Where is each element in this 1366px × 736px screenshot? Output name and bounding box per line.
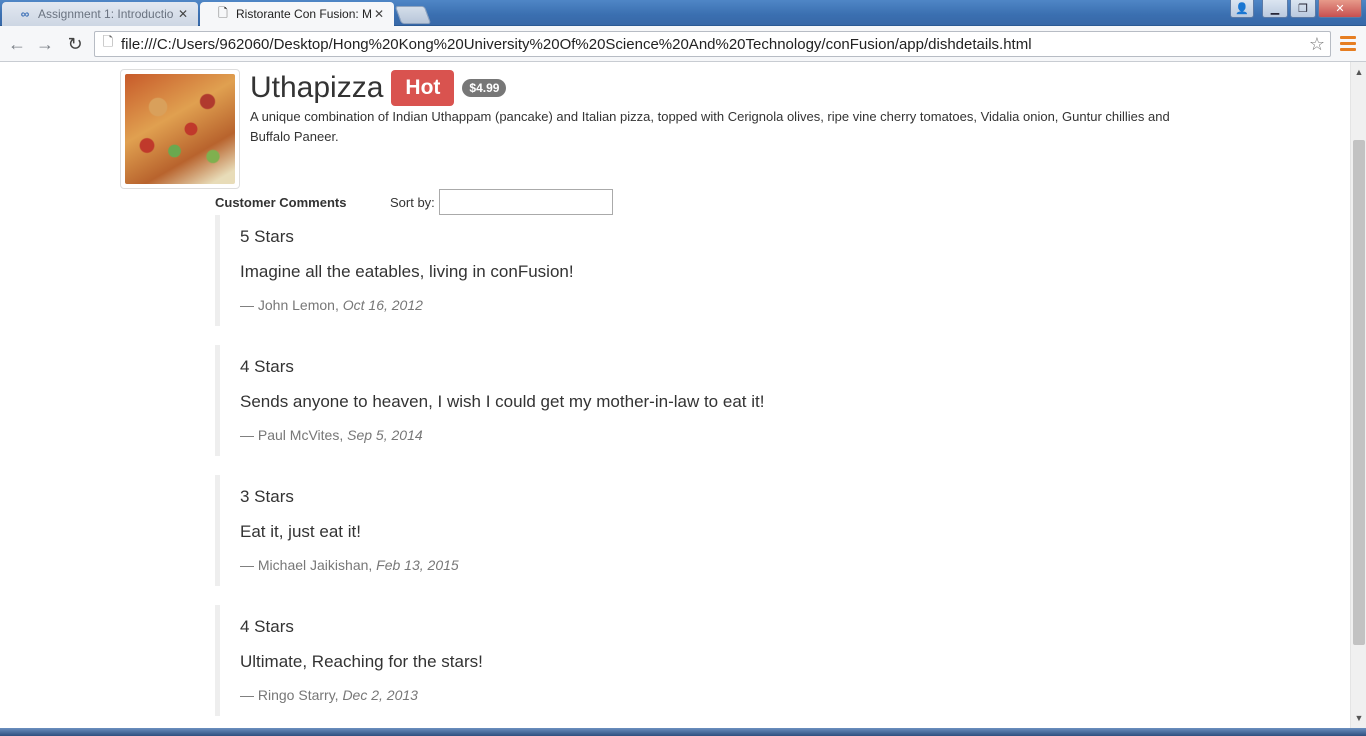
- comment-meta: — Michael Jaikishan, Feb 13, 2015: [240, 557, 459, 573]
- comment-meta: — Ringo Starry, Dec 2, 2013: [240, 687, 418, 703]
- comment-date: Sep 5, 2014: [347, 427, 423, 443]
- tab-title: Assignment 1: Introductio: [38, 7, 174, 21]
- comment-text: Sends anyone to heaven, I wish I could g…: [240, 392, 765, 411]
- dish-header: Uthapizza Hot $4.99: [250, 70, 507, 106]
- reload-icon[interactable]: ↻: [64, 33, 86, 55]
- minimize-button[interactable]: ▁: [1262, 0, 1288, 18]
- comment-date: Dec 2, 2013: [342, 687, 418, 703]
- comment-text: Ultimate, Reaching for the stars!: [240, 652, 483, 671]
- close-window-button[interactable]: ✕: [1318, 0, 1362, 18]
- window-controls: 👤 ▁ ❐ ✕: [1230, 0, 1362, 18]
- comment-date: Feb 13, 2015: [376, 557, 459, 573]
- comment-author: — Paul McVites,: [240, 427, 344, 443]
- close-icon[interactable]: ✕: [176, 7, 190, 21]
- scroll-down-icon[interactable]: ▼: [1351, 710, 1366, 726]
- price-badge: $4.99: [462, 79, 507, 97]
- new-tab-button[interactable]: [394, 6, 432, 24]
- page-viewport: Uthapizza Hot $4.99 A unique combination…: [0, 62, 1350, 728]
- vertical-scrollbar[interactable]: ▲ ▼: [1350, 62, 1366, 728]
- comments-header: Customer Comments Sort by:: [215, 189, 613, 215]
- coursera-icon: ∞: [20, 7, 30, 21]
- tab-assignment[interactable]: ∞ Assignment 1: Introductio ✕: [2, 2, 198, 26]
- os-taskbar: [0, 728, 1366, 736]
- browser-toolbar: ← → ↻ 🗋 file:///C:/Users/962060/Desktop/…: [0, 26, 1366, 62]
- user-icon[interactable]: 👤: [1230, 0, 1254, 18]
- comment-meta: — Paul McVites, Sep 5, 2014: [240, 427, 423, 443]
- page-icon: 🗋: [218, 5, 228, 20]
- scroll-up-icon[interactable]: ▲: [1351, 64, 1366, 80]
- comment-rating: 5 Stars: [240, 227, 294, 246]
- comment-author: — John Lemon,: [240, 297, 339, 313]
- comment-item: 3 Stars Eat it, just eat it! — Michael J…: [215, 475, 1015, 586]
- browser-titlebar: ∞ Assignment 1: Introductio ✕ 🗋 Ristoran…: [0, 0, 1366, 26]
- dish-description: A unique combination of Indian Uthappam …: [250, 109, 1170, 144]
- hot-label: Hot: [391, 70, 455, 106]
- page-icon: 🗋: [102, 34, 114, 49]
- close-icon[interactable]: ✕: [372, 7, 386, 21]
- comments-title: Customer Comments: [215, 194, 347, 210]
- sort-input[interactable]: [438, 189, 613, 215]
- comment-meta: — John Lemon, Oct 16, 2012: [240, 297, 423, 313]
- forward-icon[interactable]: →: [34, 33, 56, 55]
- scroll-thumb[interactable]: [1353, 140, 1365, 645]
- pizza-image: [125, 74, 235, 184]
- comment-item: 4 Stars Ultimate, Reaching for the stars…: [215, 605, 1015, 716]
- comment-text: Imagine all the eatables, living in conF…: [240, 262, 574, 281]
- dish-thumbnail: [120, 69, 240, 189]
- back-icon[interactable]: ←: [6, 33, 28, 55]
- comment-text: Eat it, just eat it!: [240, 522, 361, 541]
- menu-icon[interactable]: [1340, 36, 1356, 52]
- comment-rating: 4 Stars: [240, 617, 294, 636]
- comment-item: 5 Stars Imagine all the eatables, living…: [215, 215, 1015, 326]
- comment-author: — Michael Jaikishan,: [240, 557, 373, 573]
- comment-item: 4 Stars Sends anyone to heaven, I wish I…: [215, 345, 1015, 456]
- comment-rating: 4 Stars: [240, 357, 294, 376]
- comment-author: — Ringo Starry,: [240, 687, 339, 703]
- url-text[interactable]: file:///C:/Users/962060/Desktop/Hong%20K…: [119, 36, 1304, 53]
- dish-name: Uthapizza: [250, 71, 384, 104]
- comment-date: Oct 16, 2012: [342, 297, 423, 313]
- maximize-button[interactable]: ❐: [1290, 0, 1316, 18]
- bookmark-star-icon[interactable]: ☆: [1304, 34, 1330, 55]
- tab-ristorante[interactable]: 🗋 Ristorante Con Fusion: Me ✕: [200, 2, 394, 26]
- comment-rating: 3 Stars: [240, 487, 294, 506]
- tab-title: Ristorante Con Fusion: Me: [236, 7, 372, 21]
- address-bar[interactable]: 🗋 file:///C:/Users/962060/Desktop/Hong%2…: [94, 31, 1331, 57]
- sort-label: Sort by:: [390, 194, 435, 210]
